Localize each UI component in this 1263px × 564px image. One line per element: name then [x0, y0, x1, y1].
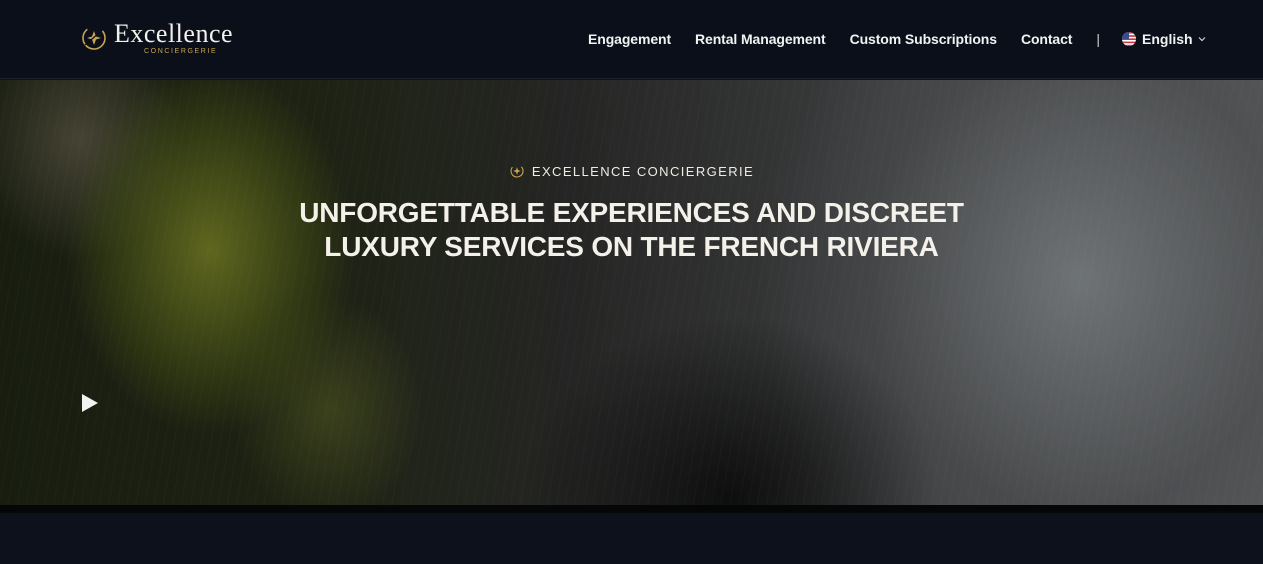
brand-mark-icon	[510, 164, 524, 178]
brand-tagline: CONCIERGERIE	[144, 48, 218, 55]
language-label: English	[1142, 31, 1193, 47]
nav-separator: |	[1096, 31, 1100, 47]
nav-engagement[interactable]: Engagement	[588, 31, 671, 47]
brand-name: Excellence	[114, 19, 234, 48]
hero-headline: UNFORGETTABLE EXPERIENCES AND DISCREET L…	[0, 196, 1263, 264]
hero-headline-line1: UNFORGETTABLE EXPERIENCES AND DISCREET	[299, 197, 964, 228]
hero-video	[0, 80, 1263, 505]
page-section-below	[0, 513, 1263, 564]
hero-eyebrow-text: EXCELLENCE CONCIERGERIE	[531, 163, 755, 179]
hero-progress-track	[0, 505, 1263, 513]
play-icon[interactable]	[80, 392, 100, 414]
hero-background	[0, 80, 1263, 505]
nav-rental-management[interactable]: Rental Management	[695, 31, 826, 47]
brand-logo[interactable]: Excellence CONCIERGERIE	[78, 18, 233, 58]
nav-contact[interactable]: Contact	[1021, 31, 1073, 47]
nav-custom-subscriptions[interactable]: Custom Subscriptions	[850, 31, 997, 47]
hero-headline-line2: LUXURY SERVICES ON THE FRENCH RIVIERA	[324, 231, 939, 262]
site-header: Excellence CONCIERGERIE Engagement Renta…	[0, 0, 1263, 79]
language-selector[interactable]: English	[1122, 31, 1206, 47]
chevron-down-icon	[1198, 37, 1205, 42]
brand-wordmark: Excellence CONCIERGERIE	[114, 19, 234, 56]
hero-eyebrow: EXCELLENCE CONCIERGERIE	[0, 163, 1263, 179]
main-nav: Engagement Rental Management Custom Subs…	[588, 30, 1206, 48]
us-flag-icon	[1122, 32, 1136, 46]
brand-mark-icon	[82, 26, 106, 50]
